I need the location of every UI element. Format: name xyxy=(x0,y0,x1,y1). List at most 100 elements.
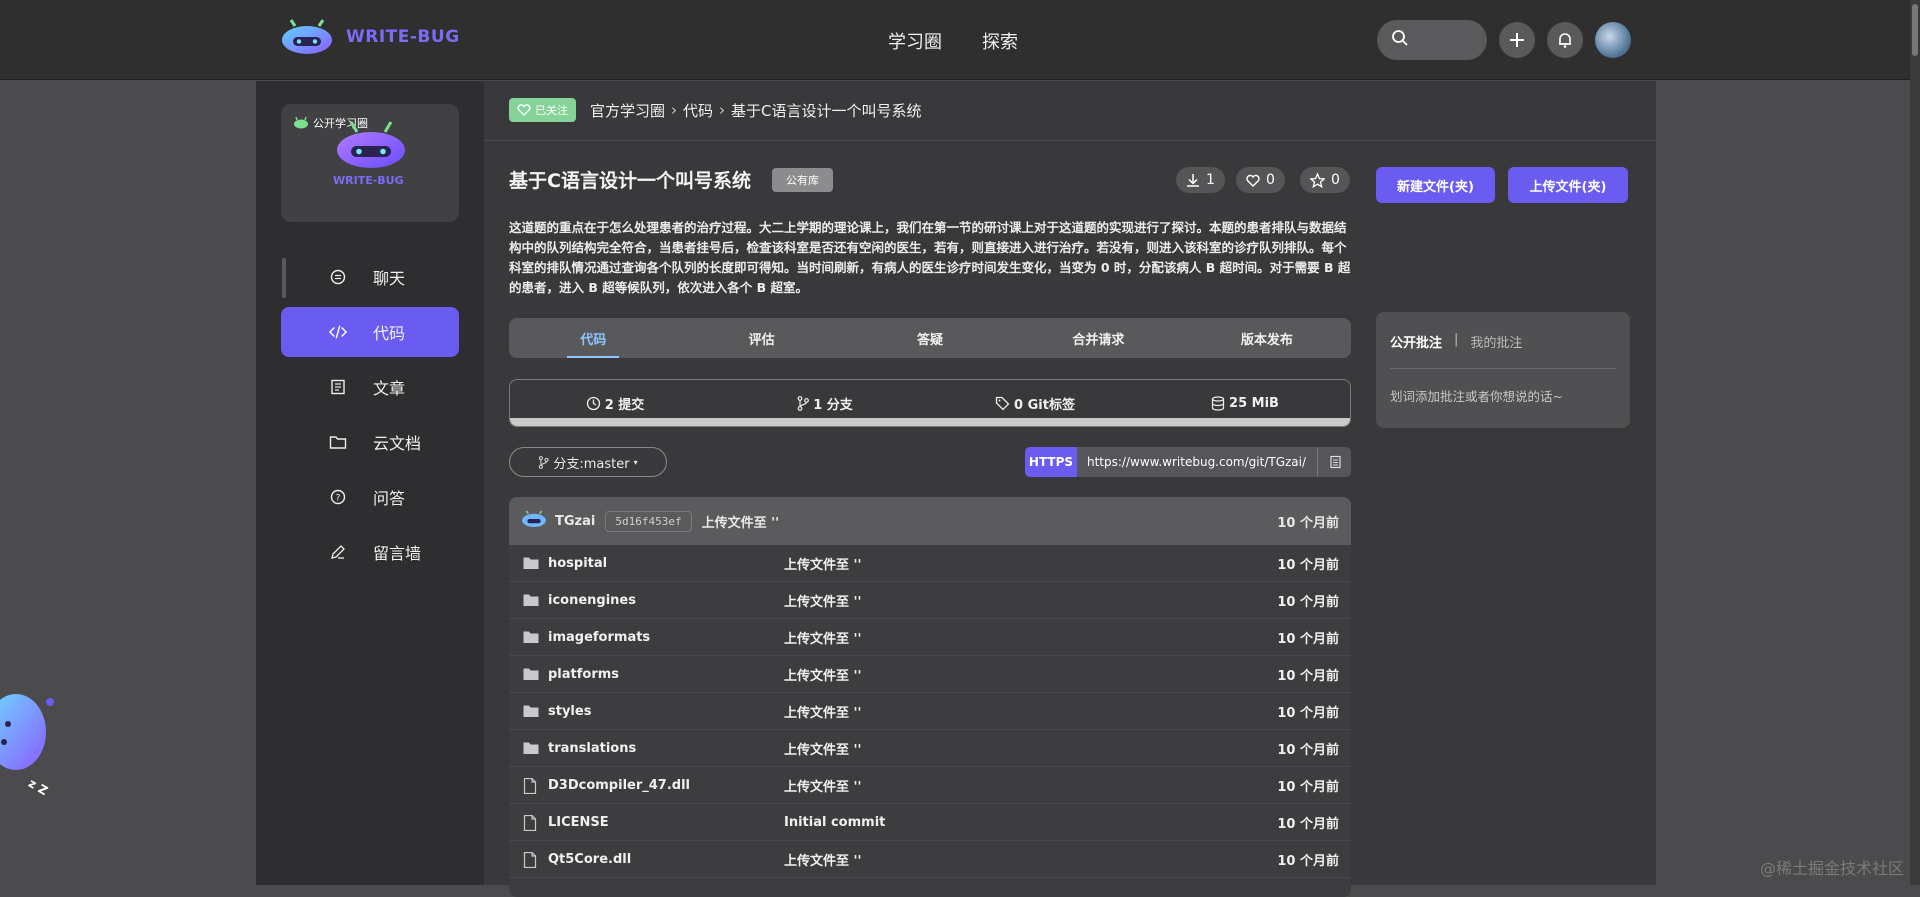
branch-selector[interactable]: 分支:master ▾ xyxy=(509,447,667,477)
bell-icon[interactable] xyxy=(1547,22,1583,58)
clone-url-input[interactable]: https://www.writebug.com/git/TGzai/ xyxy=(1077,447,1317,477)
breadcrumb-official-circle[interactable]: 官方学习圈 xyxy=(590,100,665,121)
tab-public-annotations[interactable]: 公开批注 xyxy=(1390,332,1442,351)
download-count[interactable]: 1 xyxy=(1176,167,1225,193)
search-icon[interactable] xyxy=(1391,29,1409,51)
table-row[interactable]: LICENSE Initial commit 10 个月前 xyxy=(509,804,1351,841)
file-commit-message[interactable]: 上传文件至 '' xyxy=(784,702,862,721)
new-file-button[interactable]: 新建文件(夹) xyxy=(1376,167,1495,203)
tab-code[interactable]: 代码 xyxy=(509,318,677,358)
sidebar-item-cloud-docs[interactable]: 云文档 xyxy=(281,417,459,467)
group-brand: WRITE-BUG xyxy=(333,174,404,187)
follow-badge[interactable]: 已关注 xyxy=(509,98,576,122)
file-commit-message[interactable]: 上传文件至 '' xyxy=(784,591,862,610)
plus-icon[interactable] xyxy=(1499,22,1535,58)
table-row[interactable]: platforms 上传文件至 '' 10 个月前 xyxy=(509,656,1351,693)
site-logo[interactable]: WRITE-BUG xyxy=(280,18,460,56)
file-name[interactable]: iconengines xyxy=(548,593,636,608)
mini-robot-icon xyxy=(294,117,308,129)
tags-stat[interactable]: 0 Git标签 xyxy=(930,380,1140,426)
file-name[interactable]: Qt5Core.dll xyxy=(548,852,631,867)
chevron-right-icon: › xyxy=(671,101,678,119)
folder-icon xyxy=(523,593,539,607)
code-icon xyxy=(329,323,347,341)
breadcrumb-current: 基于C语言设计一个叫号系统 xyxy=(731,101,922,120)
sidebar-item-label: 代码 xyxy=(373,324,406,343)
table-row[interactable]: hospital 上传文件至 '' 10 个月前 xyxy=(509,545,1351,582)
file-icon xyxy=(523,814,539,832)
commits-stat[interactable]: 2 提交 xyxy=(510,380,720,426)
file-commit-message[interactable]: 上传文件至 '' xyxy=(784,554,862,573)
search-box[interactable] xyxy=(1377,20,1487,60)
annotation-divider xyxy=(1390,368,1616,369)
sidebar-item-chat[interactable]: 聊天 xyxy=(281,252,459,302)
tab-qa[interactable]: 答疑 xyxy=(846,318,1014,358)
clock-icon xyxy=(586,396,600,410)
file-name[interactable]: translations xyxy=(548,741,636,756)
table-row[interactable]: styles 上传文件至 '' 10 个月前 xyxy=(509,693,1351,730)
copy-icon[interactable] xyxy=(1317,447,1351,477)
group-logo-icon xyxy=(335,112,407,176)
tab-merge-requests[interactable]: 合并请求 xyxy=(1014,318,1182,358)
branch-icon xyxy=(797,395,810,411)
sidebar-item-label: 问答 xyxy=(373,489,406,508)
repo-stats-bar: 2 提交 1 分支 0 Git标签 25 MiB xyxy=(509,379,1351,427)
file-name[interactable]: D3Dcompiler_47.dll xyxy=(548,778,690,793)
file-commit-message[interactable]: Initial commit xyxy=(784,815,885,830)
clone-protocol-button[interactable]: HTTPS xyxy=(1025,447,1077,477)
file-name[interactable]: hospital xyxy=(548,556,607,571)
tab-my-annotations[interactable]: 我的批注 xyxy=(1470,332,1522,351)
chevron-right-icon: › xyxy=(719,101,726,119)
sleeping-mascot[interactable]: z Z xyxy=(0,672,74,798)
caret-down-icon: ▾ xyxy=(633,457,638,467)
follow-label: 已关注 xyxy=(535,104,568,117)
file-name[interactable]: platforms xyxy=(548,667,619,682)
table-row[interactable]: imageformats 上传文件至 '' 10 个月前 xyxy=(509,619,1351,656)
file-commit-message[interactable]: 上传文件至 '' xyxy=(784,665,862,684)
table-row[interactable]: iconengines 上传文件至 '' 10 个月前 xyxy=(509,582,1351,619)
commit-message[interactable]: 上传文件至 '' xyxy=(702,512,780,531)
sidebar-item-code[interactable]: 代码 xyxy=(281,307,459,357)
sidebar-item-message-wall[interactable]: 留言墙 xyxy=(281,527,459,577)
file-name[interactable]: styles xyxy=(548,704,591,719)
sidebar-item-article[interactable]: 文章 xyxy=(281,362,459,412)
latest-commit-row[interactable]: TGzai 5d16f453ef 上传文件至 '' 10 个月前 xyxy=(509,497,1351,545)
page-scrollbar[interactable] xyxy=(1910,0,1920,885)
file-commit-message[interactable]: 上传文件至 '' xyxy=(784,739,862,758)
upload-file-button[interactable]: 上传文件(夹) xyxy=(1508,167,1628,203)
table-row[interactable]: Qt5Core.dll 上传文件至 '' 10 个月前 xyxy=(509,841,1351,878)
like-button[interactable]: 0 xyxy=(1236,167,1285,193)
size-stat: 25 MiB xyxy=(1140,380,1350,426)
commit-hash[interactable]: 5d16f453ef xyxy=(605,510,692,532)
nav-study-circle[interactable]: 学习圈 xyxy=(888,28,942,54)
scrollbar-thumb[interactable] xyxy=(1912,4,1918,56)
file-time: 10 个月前 xyxy=(1277,779,1339,795)
branch-icon xyxy=(539,455,549,469)
file-icon xyxy=(523,777,539,795)
star-button[interactable]: 0 xyxy=(1300,167,1350,193)
size-label: 25 MiB xyxy=(1229,395,1279,411)
breadcrumb-code[interactable]: 代码 xyxy=(683,100,713,121)
file-name[interactable]: imageformats xyxy=(548,630,650,645)
tab-releases[interactable]: 版本发布 xyxy=(1183,318,1351,358)
branches-stat[interactable]: 1 分支 xyxy=(720,380,930,426)
file-icon xyxy=(523,851,539,869)
table-row[interactable]: D3Dcompiler_47.dll 上传文件至 '' 10 个月前 xyxy=(509,767,1351,804)
svg-text:?: ? xyxy=(336,494,341,504)
file-time: 10 个月前 xyxy=(1277,594,1339,610)
file-commit-message[interactable]: 上传文件至 '' xyxy=(784,776,862,795)
group-card[interactable]: 公开学习圈 WRITE-BUG xyxy=(281,104,459,222)
commit-author[interactable]: TGzai xyxy=(555,514,595,529)
folder-icon xyxy=(523,741,539,755)
avatar[interactable] xyxy=(1595,22,1631,58)
header-divider xyxy=(484,140,1656,141)
file-commit-message[interactable]: 上传文件至 '' xyxy=(784,628,862,647)
table-row[interactable]: translations 上传文件至 '' 10 个月前 xyxy=(509,730,1351,767)
file-name[interactable]: LICENSE xyxy=(548,815,609,830)
folder-icon xyxy=(523,630,539,644)
nav-explore[interactable]: 探索 xyxy=(982,28,1018,54)
file-time: 10 个月前 xyxy=(1277,853,1339,869)
sidebar-item-qa[interactable]: ? 问答 xyxy=(281,472,459,522)
file-commit-message[interactable]: 上传文件至 '' xyxy=(784,850,862,869)
tab-evaluate[interactable]: 评估 xyxy=(677,318,845,358)
